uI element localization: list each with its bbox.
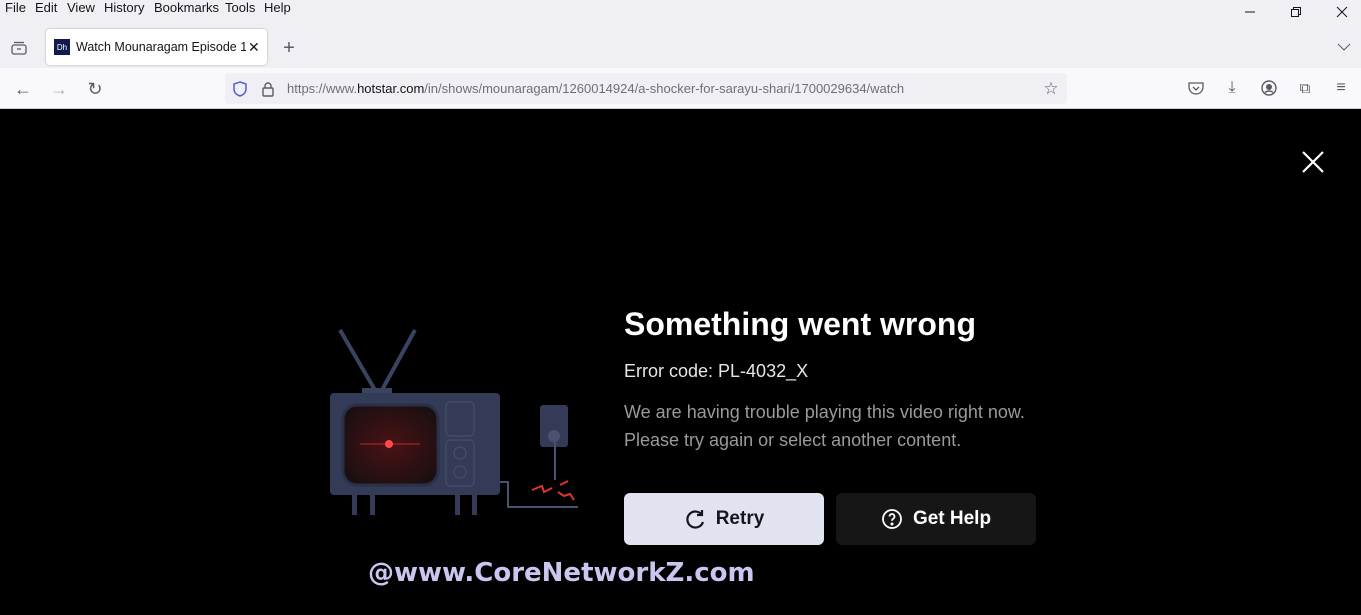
error-title: Something went wrong <box>624 306 976 342</box>
video-player-error: Something went wrong Error code: PL-4032… <box>0 110 1361 615</box>
pocket-icon[interactable] <box>1186 78 1206 98</box>
watermark: @www.CoreNetworkZ.com <box>368 558 755 588</box>
url-text: https://www.hotstar.com/in/shows/mounara… <box>287 81 905 96</box>
help-circle-icon <box>882 509 902 529</box>
get-help-button[interactable]: Get Help <box>836 493 1036 545</box>
account-icon[interactable] <box>1259 78 1279 98</box>
retry-button[interactable]: Retry <box>624 493 824 545</box>
extensions-icon[interactable]: ⧉ <box>1295 78 1315 98</box>
reload-icon[interactable]: ↻ <box>84 78 106 100</box>
menu-history[interactable]: History <box>104 0 144 15</box>
menu-view[interactable]: View <box>67 0 95 15</box>
url-bar[interactable]: https://www.hotstar.com/in/shows/mounara… <box>225 73 1067 104</box>
lock-icon[interactable] <box>259 80 277 98</box>
retry-icon <box>686 510 704 529</box>
list-tabs-chevron-icon[interactable] <box>1334 38 1354 56</box>
menu-bookmarks[interactable]: Bookmarks <box>154 0 219 15</box>
tab-overview-icon[interactable] <box>8 38 30 58</box>
nav-bar: ← → ↻ https://www.hotstar.com/in/shows/m… <box>0 68 1361 109</box>
shield-icon[interactable] <box>231 80 249 98</box>
hotstar-favicon-icon: Dh <box>54 39 70 55</box>
menu-tools[interactable]: Tools <box>225 0 255 15</box>
close-window-button[interactable] <box>1327 2 1357 22</box>
tab-bar: Dh Watch Mounaragam Episode 10 ✕ + <box>0 29 1361 68</box>
error-message: We are having trouble playing this video… <box>624 402 1025 450</box>
bookmark-star-icon[interactable]: ☆ <box>1041 79 1061 99</box>
forward-icon[interactable]: → <box>48 78 70 100</box>
back-icon[interactable]: ← <box>12 78 34 100</box>
restore-button[interactable] <box>1281 2 1311 22</box>
new-tab-icon[interactable]: + <box>278 37 300 59</box>
menu-file[interactable]: File <box>5 0 26 15</box>
menu-edit[interactable]: Edit <box>35 0 57 15</box>
retry-label: Retry <box>715 508 765 529</box>
broken-tv-illustration <box>330 328 578 515</box>
tab-active[interactable]: Dh Watch Mounaragam Episode 10 ✕ <box>46 29 267 65</box>
menu-bar: File Edit View History Bookmarks Tools H… <box>0 0 1361 30</box>
error-code: Error code: PL-4032_X <box>624 361 809 381</box>
app-menu-icon[interactable]: ≡ <box>1331 78 1351 98</box>
menu-help[interactable]: Help <box>264 0 291 15</box>
tab-close-icon[interactable]: ✕ <box>248 39 260 56</box>
minimize-button[interactable] <box>1235 2 1265 22</box>
get-help-label: Get Help <box>912 508 992 529</box>
downloads-icon[interactable]: ⤓ <box>1222 78 1242 98</box>
tab-title: Watch Mounaragam Episode 10 <box>76 40 246 54</box>
close-player-icon[interactable] <box>1299 148 1327 176</box>
